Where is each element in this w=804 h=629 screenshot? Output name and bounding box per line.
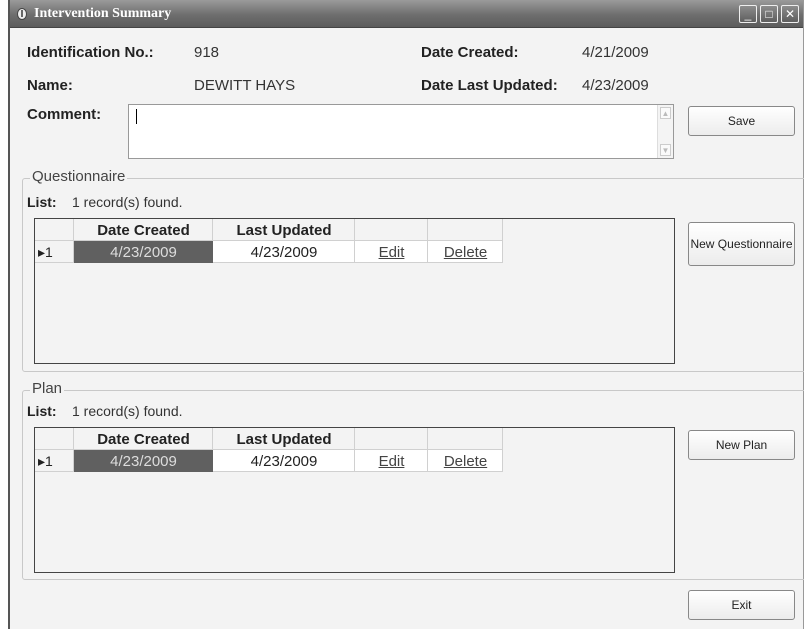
text-caret: [136, 109, 137, 124]
exit-button[interactable]: Exit: [688, 590, 795, 620]
grid-header-cell: [428, 428, 503, 450]
title-bar: Intervention Summary _ □ ✕: [10, 0, 803, 28]
name-label: Name:: [27, 77, 73, 94]
window-title: Intervention Summary: [34, 6, 172, 21]
column-header-date-created[interactable]: Date Created: [74, 428, 213, 450]
app-icon: [16, 7, 28, 20]
column-header-last-updated[interactable]: Last Updated: [213, 428, 355, 450]
table-cell-date-created[interactable]: 4/23/2009: [74, 450, 213, 472]
delete-link[interactable]: Delete: [428, 450, 503, 472]
new-questionnaire-button[interactable]: New Questionnaire: [688, 222, 795, 266]
table-cell-date-created[interactable]: 4/23/2009: [74, 241, 213, 263]
scroll-up-icon[interactable]: ▲: [660, 107, 671, 119]
name-value: DEWITT HAYS: [194, 77, 296, 94]
date-updated-value: 4/23/2009: [582, 77, 649, 94]
table-cell-last-updated[interactable]: 4/23/2009: [213, 241, 355, 263]
grid-corner: [35, 219, 74, 241]
column-header-date-created[interactable]: Date Created: [74, 219, 213, 241]
new-plan-button[interactable]: New Plan: [688, 430, 795, 460]
id-value: 918: [194, 44, 220, 61]
comment-textarea[interactable]: ▲ ▼: [128, 104, 674, 159]
maximize-button[interactable]: □: [760, 5, 778, 23]
plan-group-title: Plan: [30, 380, 65, 397]
date-updated-label: Date Last Updated:: [421, 77, 558, 94]
intervention-summary-window: Intervention Summary _ □ ✕ Identificatio…: [8, 0, 804, 629]
id-label: Identification No.:: [27, 44, 154, 61]
comment-label: Comment:: [27, 106, 102, 123]
save-button[interactable]: Save: [688, 106, 795, 136]
column-header-last-updated[interactable]: Last Updated: [213, 219, 355, 241]
comment-scrollbar[interactable]: ▲ ▼: [657, 105, 673, 158]
row-indicator[interactable]: ▸1: [35, 450, 65, 472]
plan-list-count: 1 record(s) found.: [72, 403, 183, 419]
minimize-button[interactable]: _: [739, 5, 757, 23]
close-button[interactable]: ✕: [781, 5, 799, 23]
grid-header-cell: [355, 219, 428, 241]
plan-list-label: List:: [27, 403, 57, 419]
questionnaire-list-count: 1 record(s) found.: [72, 194, 183, 210]
delete-link[interactable]: Delete: [428, 241, 503, 263]
table-cell-last-updated[interactable]: 4/23/2009: [213, 450, 355, 472]
row-indicator[interactable]: ▸1: [35, 241, 65, 263]
edit-link[interactable]: Edit: [355, 241, 428, 263]
edit-link[interactable]: Edit: [355, 450, 428, 472]
questionnaire-grid[interactable]: Date Created Last Updated ▸1 4/23/2009 4…: [34, 218, 675, 364]
grid-header-cell: [428, 219, 503, 241]
date-created-value: 4/21/2009: [582, 44, 649, 61]
grid-corner: [35, 428, 74, 450]
plan-grid[interactable]: Date Created Last Updated ▸1 4/23/2009 4…: [34, 427, 675, 573]
questionnaire-group-title: Questionnaire: [30, 168, 128, 185]
scroll-down-icon[interactable]: ▼: [660, 144, 671, 156]
questionnaire-list-label: List:: [27, 194, 57, 210]
date-created-label: Date Created:: [421, 44, 519, 61]
grid-header-cell: [355, 428, 428, 450]
